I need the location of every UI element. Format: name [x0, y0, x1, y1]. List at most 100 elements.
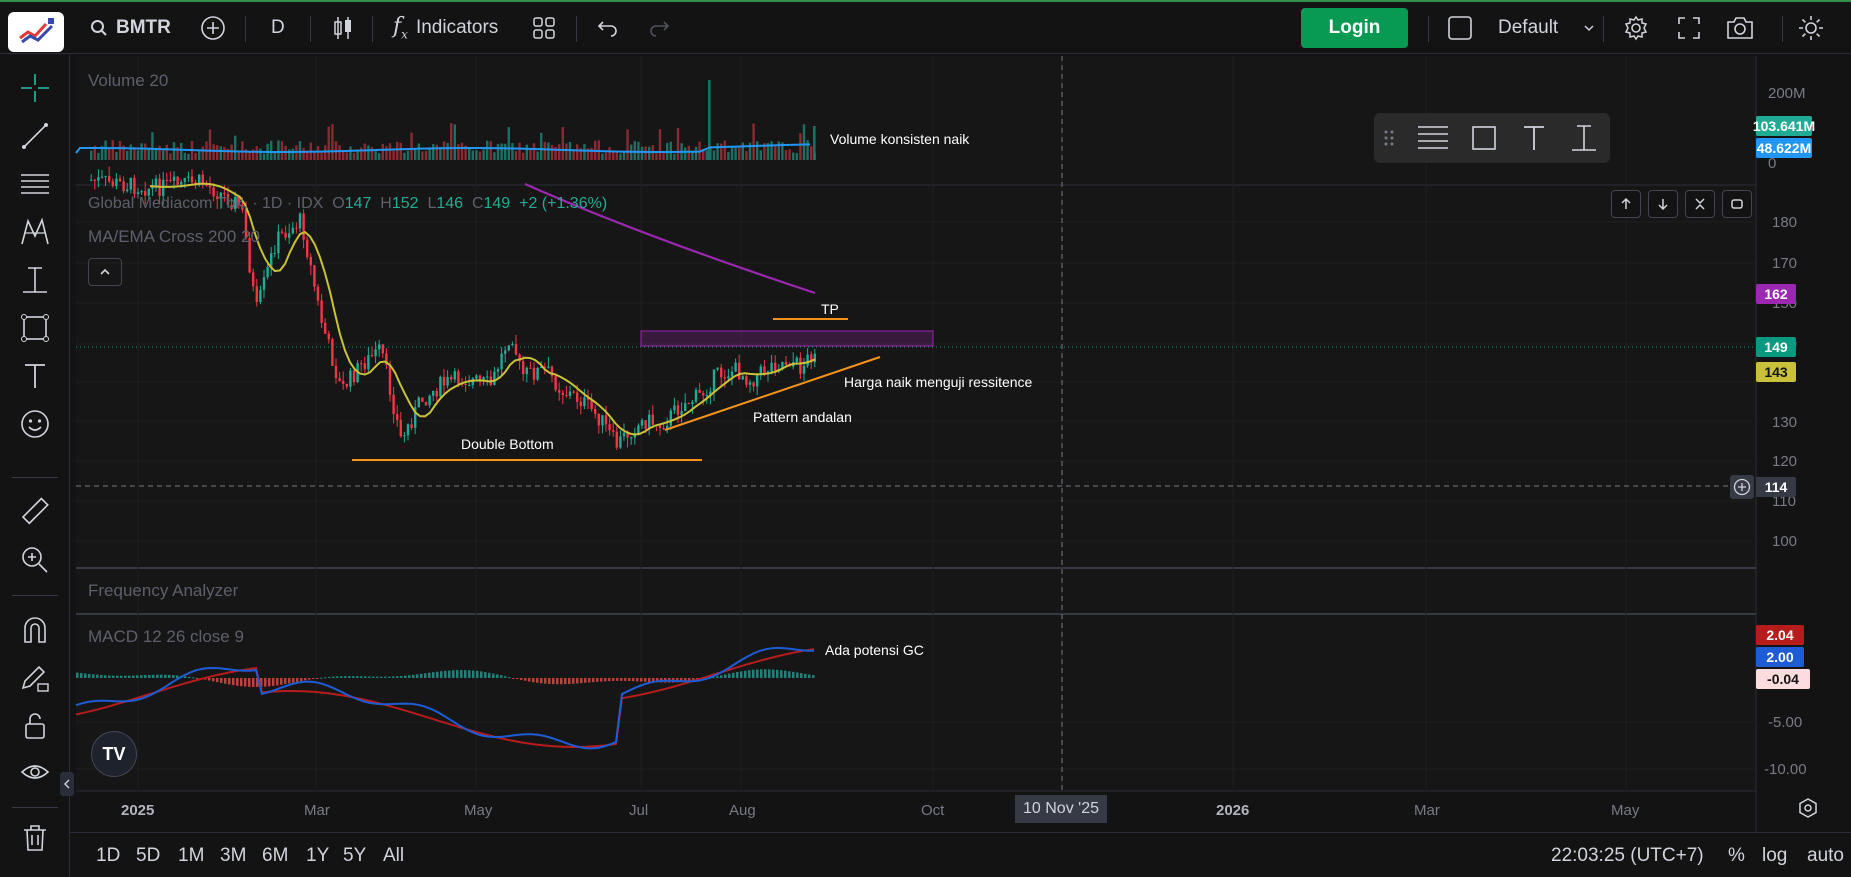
macd-histogram-bar: [76, 672, 79, 678]
volume-bar: [97, 152, 100, 160]
fib-lines-icon[interactable]: [1416, 123, 1450, 153]
volume-bar: [90, 150, 93, 160]
log-scale-toggle[interactable]: log: [1762, 845, 1787, 867]
volume-bar: [223, 146, 226, 160]
candle: [547, 366, 550, 368]
auto-scale-toggle[interactable]: auto: [1807, 845, 1844, 867]
chart-settings-button[interactable]: [1797, 797, 1819, 824]
candle: [388, 364, 392, 395]
volume-bar: [187, 153, 190, 160]
collapse-pane-button[interactable]: [1685, 190, 1715, 218]
candle: [770, 362, 773, 372]
range-5d[interactable]: 5D: [136, 845, 160, 867]
macd-histogram-bar: [784, 670, 787, 678]
macd-histogram-bar: [524, 678, 527, 681]
candle: [720, 367, 723, 378]
range-all[interactable]: All: [383, 845, 404, 867]
candle: [298, 213, 302, 229]
range-1m[interactable]: 1M: [178, 845, 204, 867]
candle: [723, 377, 726, 379]
candle: [349, 370, 352, 387]
move-pane-up-button[interactable]: [1611, 190, 1641, 218]
maximize-pane-button[interactable]: [1722, 190, 1752, 218]
macd-histogram-bar: [512, 678, 515, 679]
volume-bar: [396, 141, 399, 160]
candle: [576, 392, 579, 402]
range-6m[interactable]: 6M: [262, 845, 288, 867]
resistance-annotation[interactable]: Harga naik menguji ressitence: [844, 374, 1032, 390]
tp-annotation[interactable]: TP: [821, 301, 839, 317]
volume-bar: [799, 133, 802, 160]
macd-histogram-bar: [436, 671, 439, 678]
candle: [288, 233, 291, 238]
macd-histogram-bar: [528, 678, 531, 682]
volume-annotation[interactable]: Volume konsisten naik: [830, 131, 969, 147]
candle: [327, 333, 330, 340]
volume-bar: [525, 144, 528, 160]
chart-background: [76, 56, 1756, 791]
macd-histogram-bar: [304, 678, 307, 681]
macd-annotation[interactable]: Ada potensi GC: [825, 642, 924, 658]
volume-bar: [201, 146, 204, 160]
macd-histogram-bar: [192, 677, 195, 679]
candle: [457, 371, 460, 384]
text-icon[interactable]: [1518, 122, 1550, 154]
range-5y[interactable]: 5Y: [343, 845, 366, 867]
clock-timezone[interactable]: 22:03:25 (UTC+7): [1551, 845, 1704, 867]
candle: [309, 256, 312, 266]
volume-bar: [795, 153, 798, 160]
candle: [169, 179, 172, 181]
candle: [115, 178, 118, 186]
macd-histogram-bar: [116, 675, 119, 678]
macd-histogram-bar: [80, 673, 83, 678]
volume-bar: [140, 143, 143, 160]
double-bottom-annotation[interactable]: Double Bottom: [461, 436, 554, 452]
candle: [684, 403, 687, 412]
macd-histogram-bar: [492, 673, 495, 678]
price-tick: 170: [1772, 255, 1798, 272]
percent-scale-toggle[interactable]: %: [1728, 845, 1745, 867]
candle: [324, 322, 327, 334]
drag-handle-icon[interactable]: [1384, 129, 1394, 147]
volume-bar: [237, 151, 240, 160]
collapse-legend-button[interactable]: [88, 258, 122, 286]
macd-histogram-bar: [276, 678, 279, 686]
macd-histogram-bar: [328, 676, 331, 678]
text-line-icon[interactable]: [1568, 122, 1600, 154]
add-alert-button[interactable]: [1730, 475, 1754, 499]
volume-bar: [115, 151, 118, 160]
move-pane-down-button[interactable]: [1648, 190, 1678, 218]
range-1y[interactable]: 1Y: [306, 845, 329, 867]
volume-bar: [432, 144, 435, 160]
candle: [464, 383, 467, 386]
candle: [702, 392, 705, 396]
candle: [190, 176, 194, 183]
candle: [500, 353, 503, 370]
volume-bar: [813, 126, 816, 160]
volume-bar: [529, 149, 532, 160]
range-3m[interactable]: 3M: [220, 845, 246, 867]
pattern-annotation[interactable]: Pattern andalan: [753, 409, 852, 425]
macd-histogram-bar: [160, 674, 163, 678]
candle: [712, 369, 716, 392]
volume-bar: [478, 151, 482, 160]
time-label: Mar: [304, 802, 330, 819]
candle: [154, 178, 158, 186]
volume-bar: [374, 151, 377, 160]
macd-histogram-bar: [736, 671, 739, 678]
collapse-toolbar-button[interactable]: [60, 772, 74, 796]
candle: [511, 344, 514, 346]
volume-tick: 200M: [1768, 85, 1806, 102]
candle: [496, 369, 500, 372]
volume-bar: [662, 152, 665, 160]
tradingview-logo[interactable]: TV: [91, 731, 137, 777]
candle: [648, 414, 651, 429]
volume-bar: [802, 124, 806, 160]
macd-histogram-bar: [640, 678, 643, 682]
candle: [291, 227, 294, 234]
rectangle-icon[interactable]: [1468, 122, 1500, 154]
range-1d[interactable]: 1D: [96, 845, 120, 867]
macd-histogram-bar: [476, 670, 479, 678]
volume-bar: [716, 143, 719, 160]
candle: [374, 349, 377, 357]
